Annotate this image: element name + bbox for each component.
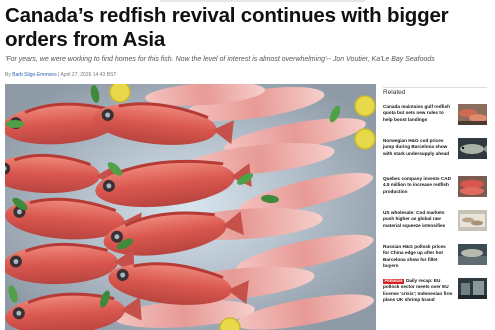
premium-badge: PREMIUM xyxy=(383,278,404,284)
redfish-on-ice-photo xyxy=(5,84,376,330)
related-item-text[interactable]: Norwegian H&G cod prices jump during Bar… xyxy=(383,138,453,157)
related-heading: Related xyxy=(383,89,406,96)
related-item-text[interactable]: PREMIUM Daily recap: EU pollock sector me… xyxy=(383,278,453,303)
related-item-headline[interactable]: Quebec company invests CAD 4.5 million t… xyxy=(383,176,451,194)
hero-image xyxy=(5,84,376,330)
related-divider xyxy=(383,87,487,88)
related-item[interactable]: Russian H&G pollock prices for China edg… xyxy=(383,244,491,274)
related-item-headline[interactable]: US wholesale: Cod markets push higher as… xyxy=(383,210,445,228)
related-item-headline[interactable]: Russian H&G pollock prices for China edg… xyxy=(383,244,446,268)
related-item[interactable]: Norwegian H&G cod prices jump during Bar… xyxy=(383,138,491,168)
fish-catch-thumbnail[interactable] xyxy=(458,104,487,125)
related-item-text[interactable]: Quebec company invests CAD 4.5 million t… xyxy=(383,176,453,195)
redfish-thumbnail[interactable] xyxy=(458,176,487,197)
related-item[interactable]: PREMIUM Daily recap: EU pollock sector me… xyxy=(383,278,491,308)
article-headline: Canada’s redfish revival continues with … xyxy=(5,4,449,51)
lemon-slice xyxy=(109,84,131,103)
pollock-thumbnail[interactable] xyxy=(458,244,487,265)
lemon-slice xyxy=(354,128,376,150)
publish-date: April 27, 2026 14:43 BST xyxy=(60,72,117,78)
herb-leaf xyxy=(6,120,24,128)
related-item[interactable]: US wholesale: Cod markets push higher as… xyxy=(383,210,491,240)
lemon-slice xyxy=(354,95,376,117)
related-item-headline[interactable]: Norwegian H&G cod prices jump during Bar… xyxy=(383,138,449,156)
byline-prefix: By xyxy=(5,72,11,78)
byline-separator: | xyxy=(58,72,60,78)
article-standfirst-quote: 'For years, we were working to find home… xyxy=(5,56,435,63)
related-item-text[interactable]: Russian H&G pollock prices for China edg… xyxy=(383,244,453,269)
author-link[interactable]: Barb Sligo-Emmons xyxy=(12,72,56,78)
cod-fish-thumbnail[interactable] xyxy=(458,138,487,159)
related-item[interactable]: Canada maintains gulf redfish quota but … xyxy=(383,104,491,134)
byline: By Barb Sligo-Emmons | April 27, 2026 14… xyxy=(5,72,305,78)
seafood-plant-thumbnail[interactable] xyxy=(458,278,487,299)
related-item-text[interactable]: US wholesale: Cod markets push higher as… xyxy=(383,210,453,229)
top-banner-edge xyxy=(160,0,365,2)
fish-stall-thumbnail[interactable] xyxy=(458,210,487,231)
top-strip xyxy=(0,0,495,3)
related-item-text[interactable]: Canada maintains gulf redfish quota but … xyxy=(383,104,453,123)
related-item-headline[interactable]: Canada maintains gulf redfish quota but … xyxy=(383,104,450,122)
related-item[interactable]: Quebec company invests CAD 4.5 million t… xyxy=(383,176,491,206)
